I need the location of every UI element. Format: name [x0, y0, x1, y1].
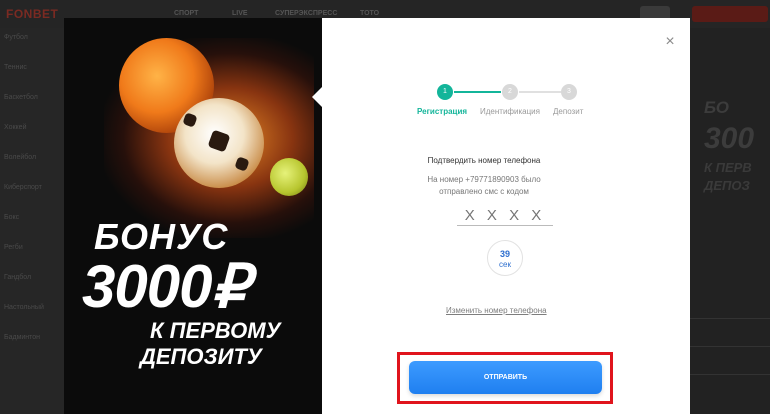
promo-bonus-amount: 3000₽ [82, 253, 250, 320]
promo-subtitle-line1: К ПЕРВОМУ [150, 318, 281, 343]
background-sidebar-item: Бокс [4, 214, 20, 221]
background-divider [690, 346, 770, 347]
panel-notch [312, 86, 322, 108]
tennis-ball-icon [270, 158, 308, 196]
soccer-patch [234, 156, 250, 172]
background-sidebar-item: Киберспорт [4, 184, 42, 191]
background-promo-text: ДЕПОЗ [704, 178, 750, 193]
background-sidebar-item: Настольный [4, 304, 44, 311]
background-sidebar-item: Баскетбол [4, 94, 38, 101]
background-promo-text: К ПЕРВ [704, 160, 752, 175]
timer-seconds: 39 [499, 249, 510, 259]
confirm-phone-description: На номер +79771890903 было отправлено см… [414, 174, 554, 198]
background-promo-text: БО [704, 98, 730, 117]
background-divider [690, 318, 770, 319]
step-3-label: Депозит [553, 107, 584, 116]
background-sidebar: Футбол Теннис Баскетбол Хоккей Волейбол … [0, 28, 64, 414]
step-2-label: Идентификация [480, 107, 540, 116]
confirm-description-line2: отправлено смс с кодом [439, 187, 529, 196]
background-sidebar-item: Регби [4, 244, 23, 251]
background-sidebar-item: Футбол [4, 34, 28, 41]
confirm-phone-title: Подтвердить номер телефона [427, 156, 541, 165]
submit-button[interactable]: ОТПРАВИТЬ [409, 361, 602, 394]
soccer-ball-icon [174, 98, 264, 188]
close-icon[interactable]: × [662, 34, 678, 50]
step-connector [519, 91, 561, 93]
soccer-patch [207, 129, 231, 153]
background-logo: FONBET [6, 7, 59, 21]
step-3-circle: 3 [561, 84, 577, 100]
background-sidebar-item: Бадминтон [4, 334, 41, 341]
background-sidebar-item: Теннис [4, 64, 27, 71]
background-sidebar-item: Гандбол [4, 274, 32, 281]
background-register-button [692, 6, 768, 22]
confirm-description-line1: На номер +79771890903 было [427, 175, 541, 184]
sms-code-input[interactable] [457, 206, 553, 226]
step-1-label: Регистрация [417, 107, 468, 116]
bonus-promo-panel: БОНУС 3000₽ К ПЕРВОМУ ДЕПОЗИТУ [64, 18, 322, 414]
background-menu-item: LIVE [232, 10, 248, 17]
registration-modal: БОНУС 3000₽ К ПЕРВОМУ ДЕПОЗИТУ × 1 2 3 Р… [64, 18, 690, 414]
step-connector [454, 91, 501, 93]
background-menu-item: СПОРТ [174, 10, 199, 17]
background-promo-banner [690, 28, 770, 414]
timer-unit: сек [499, 260, 511, 269]
background-menu-item: ТОТО [360, 10, 380, 17]
background-menu-item: СУПЕРЭКСПРЕСС [275, 10, 338, 17]
resend-timer: 39 сек [487, 240, 523, 276]
step-2-circle: 2 [502, 84, 518, 100]
promo-subtitle-line2: ДЕПОЗИТУ [140, 344, 262, 369]
change-phone-link[interactable]: Изменить номер телефона [446, 306, 547, 315]
background-sidebar-item: Волейбол [4, 154, 37, 161]
soccer-patch [182, 112, 198, 128]
background-sidebar-item: Хоккей [4, 124, 27, 131]
background-divider [690, 374, 770, 375]
step-1-circle: 1 [437, 84, 453, 100]
background-promo-text: 300 [704, 122, 755, 155]
